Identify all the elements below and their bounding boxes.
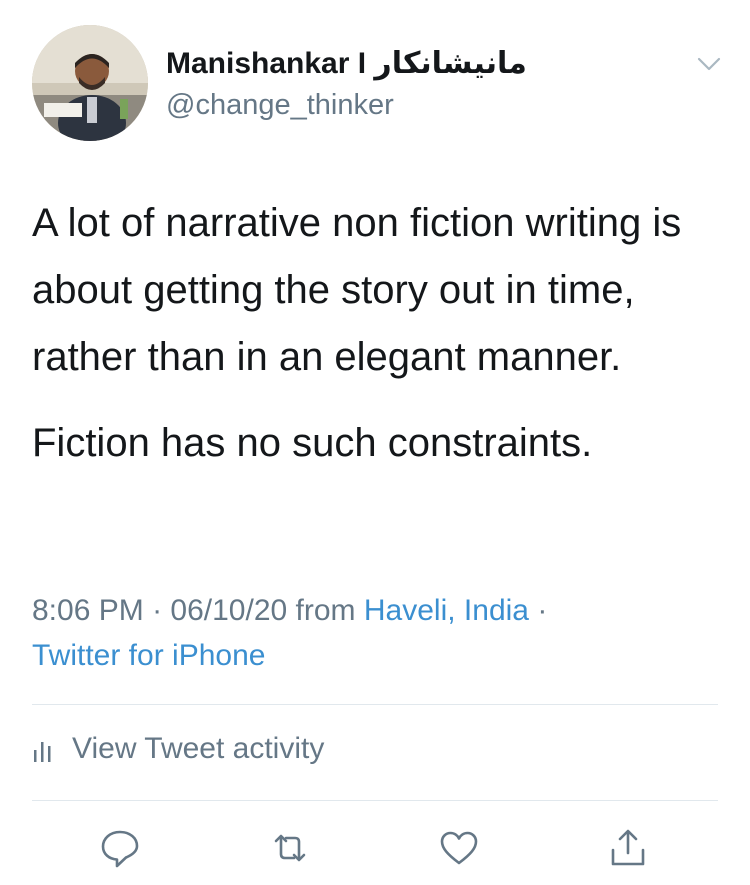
meta-separator: · bbox=[537, 594, 548, 627]
share-icon[interactable] bbox=[606, 826, 650, 870]
tweet-meta: 8:06 PM · 06/10/20 from Haveli, India · … bbox=[32, 588, 722, 678]
user-handle[interactable]: @change_thinker bbox=[166, 86, 394, 124]
tweet-paragraph: A lot of narrative non fiction writing i… bbox=[32, 201, 682, 379]
tweet-paragraph: Fiction has no such constraints. bbox=[32, 421, 593, 465]
display-name-latin: Manishankar I bbox=[166, 47, 367, 80]
chevron-down-icon[interactable] bbox=[694, 50, 724, 76]
meta-separator: · bbox=[152, 594, 163, 627]
avatar-photo bbox=[32, 25, 148, 141]
display-name-urdu: مانیشانکار bbox=[374, 46, 527, 81]
avatar[interactable] bbox=[32, 25, 148, 141]
from-label: from bbox=[295, 594, 356, 627]
reply-icon[interactable] bbox=[98, 826, 142, 870]
tweet-text: A lot of narrative non fiction writing i… bbox=[32, 190, 722, 477]
divider bbox=[32, 704, 718, 705]
analytics-bars-icon bbox=[32, 734, 58, 764]
client-link[interactable]: Twitter for iPhone bbox=[32, 639, 265, 672]
view-tweet-activity-label: View Tweet activity bbox=[72, 732, 325, 765]
display-name[interactable]: Manishankar I مانیشانکار bbox=[166, 44, 527, 84]
view-tweet-activity-button[interactable]: View Tweet activity bbox=[32, 722, 324, 776]
retweet-icon[interactable] bbox=[268, 826, 312, 870]
like-icon[interactable] bbox=[437, 826, 481, 870]
tweet-date: 06/10/20 bbox=[170, 594, 288, 627]
location-link[interactable]: Haveli, India bbox=[364, 594, 529, 627]
tweet-time: 8:06 PM bbox=[32, 594, 144, 627]
divider bbox=[32, 800, 718, 801]
